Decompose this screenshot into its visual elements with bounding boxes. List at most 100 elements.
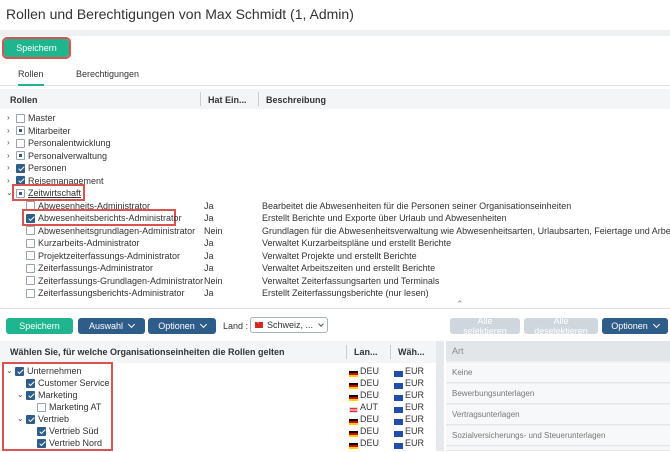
role-row[interactable]: Kurzarbeits-Administrator Ja Verwaltet K…	[0, 237, 670, 249]
org-unit-row[interactable]: ⌄ Vertrieb DEU EUR	[0, 413, 436, 425]
org-unit-row[interactable]: ⌄ Unternehmen DEU EUR	[0, 365, 436, 377]
deselect-all-button[interactable]: Alle deselektieren	[524, 316, 598, 336]
save-button-top[interactable]: Speichern	[2, 37, 71, 59]
chevron-right-icon[interactable]: ›	[7, 162, 10, 174]
checkbox[interactable]	[16, 138, 25, 148]
list-item[interactable]: Vertragsunterlagen	[446, 405, 670, 425]
panel-header[interactable]: Art	[446, 341, 670, 361]
chevron-down-icon[interactable]: ⌄	[6, 187, 13, 199]
checkbox[interactable]	[26, 414, 35, 424]
select-all-button[interactable]: Alle selektieren	[450, 316, 520, 336]
header-description[interactable]: Beschreibung	[266, 95, 326, 105]
checkbox[interactable]	[26, 251, 35, 260]
checkbox[interactable]	[16, 113, 25, 123]
role-description: Verwaltet Projekte und erstellt Berichte	[262, 250, 417, 261]
role-group-label: Master	[28, 113, 56, 123]
org-unit-row[interactable]: ⌄ Marketing DEU EUR	[0, 389, 436, 401]
org-unit-row[interactable]: Customer Service DEU EUR	[0, 377, 436, 389]
role-row[interactable]: Abwesenheitsgrundlagen-Administrator Nei…	[0, 225, 670, 237]
org-unit-row[interactable]: Vertrieb Nord DEU EUR	[0, 437, 436, 449]
column-divider[interactable]	[346, 345, 347, 359]
header-org-unit[interactable]: Wählen Sie, für welche Organisationseinh…	[10, 347, 285, 357]
role-has-value: Ja	[204, 238, 214, 248]
checkbox[interactable]	[26, 263, 35, 273]
role-description: Erstellt Berichte und Exporte über Urlau…	[262, 213, 507, 223]
checkbox[interactable]	[16, 176, 25, 185]
role-row[interactable]: Abwesenheitsberichts-Administrator Ja Er…	[0, 209, 670, 226]
role-group-row[interactable]: ⌄ Zeitwirtschaft	[0, 184, 670, 201]
role-group-row[interactable]: › Mitarbeiter	[0, 125, 670, 137]
chevron-right-icon[interactable]: ›	[7, 125, 10, 137]
chevron-right-icon[interactable]: ›	[7, 175, 10, 187]
header-currency[interactable]: Wäh...	[398, 347, 425, 357]
role-label: Zeiterfassungs-Grundlagen-Administrator	[38, 275, 204, 286]
checkbox[interactable]	[26, 238, 35, 248]
options-right-dropdown-button[interactable]: Optionen	[602, 318, 668, 334]
tab-permissions[interactable]: Berechtigungen	[76, 69, 139, 79]
selection-dropdown-button[interactable]: Auswahl	[78, 318, 145, 334]
germany-flag-icon	[349, 443, 358, 449]
pane-divider[interactable]	[0, 308, 670, 309]
role-group-label: Zeitwirtschaft	[28, 188, 82, 198]
list-item[interactable]: Aus- und Weiterbildungsunterlagen	[446, 447, 670, 451]
checkbox[interactable]	[37, 438, 46, 448]
org-unit-label: Customer Service	[38, 378, 110, 388]
role-has-value: Ja	[204, 213, 214, 223]
chevron-down-icon[interactable]: ⌄	[17, 389, 24, 401]
checkbox[interactable]	[26, 213, 35, 223]
chevron-down-icon[interactable]: ⌄	[17, 413, 24, 425]
save-button-bottom[interactable]: Speichern	[6, 318, 73, 334]
column-divider[interactable]	[390, 345, 391, 359]
column-divider[interactable]	[200, 92, 201, 106]
chevron-down-icon[interactable]: ⌄	[6, 365, 13, 377]
org-unit-label: Vertrieb Süd	[49, 426, 99, 436]
role-row[interactable]: Zeiterfassungsberichts-Administrator Ja …	[0, 287, 670, 299]
role-label: Kurzarbeits-Administrator	[38, 238, 140, 248]
list-item[interactable]: Keine	[446, 363, 670, 383]
role-group-row[interactable]: › Personen	[0, 162, 670, 174]
org-country: DEU	[360, 378, 380, 388]
role-description: Verwaltet Zeiterfassungsarten und Termin…	[262, 275, 440, 286]
checkbox[interactable]	[15, 366, 24, 376]
checkbox[interactable]	[37, 402, 46, 412]
role-row[interactable]: Abwesenheits-Administrator Ja Bearbeitet…	[0, 200, 670, 212]
role-row[interactable]: Zeiterfassungs-Grundlagen-Administrator …	[0, 275, 670, 287]
chevron-right-icon[interactable]: ›	[7, 137, 10, 149]
chevron-right-icon[interactable]: ›	[7, 112, 10, 124]
role-group-row[interactable]: › Master	[0, 112, 670, 124]
chevron-down-icon	[127, 320, 136, 329]
checkbox[interactable]	[26, 288, 35, 298]
role-row[interactable]: Zeiterfassungs-Administrator Ja Verwalte…	[0, 262, 670, 274]
role-group-row[interactable]: › Personalentwicklung	[0, 137, 670, 149]
header-roles[interactable]: Rollen	[10, 95, 38, 105]
checkbox[interactable]	[26, 378, 35, 388]
tab-roles[interactable]: Rollen	[18, 69, 44, 86]
header-has[interactable]: Hat Ein...	[208, 95, 247, 105]
checkbox[interactable]	[26, 276, 35, 285]
chevron-down-icon	[318, 321, 324, 327]
org-unit-row[interactable]: Vertrieb Süd DEU EUR	[0, 425, 436, 437]
column-divider[interactable]	[258, 92, 259, 106]
role-group-row[interactable]: › Personalverwaltung	[0, 150, 670, 162]
org-unit-row[interactable]: Marketing AT AUT EUR	[0, 401, 436, 413]
chevron-right-icon[interactable]: ›	[7, 150, 10, 162]
checkbox[interactable]	[16, 188, 25, 198]
list-item[interactable]: Bewerbungsunterlagen	[446, 384, 670, 404]
scrollbar[interactable]	[436, 341, 444, 451]
role-group-row[interactable]: › Reisemanagement	[0, 175, 670, 187]
checkbox[interactable]	[26, 226, 35, 235]
checkbox[interactable]	[16, 151, 25, 160]
roles-table-header: Rollen Hat Ein... Beschreibung	[0, 89, 670, 109]
checkbox[interactable]	[37, 426, 46, 436]
checkbox[interactable]	[16, 126, 25, 135]
checkbox[interactable]	[16, 163, 25, 173]
checkbox[interactable]	[26, 390, 35, 400]
checkbox[interactable]	[26, 201, 35, 210]
list-item[interactable]: Sozialversicherungs- und Steuerunterlage…	[446, 426, 670, 446]
header-country[interactable]: Lan...	[354, 347, 378, 357]
country-select[interactable]: Schweiz, ...	[250, 317, 328, 333]
options-dropdown-button[interactable]: Optionen	[148, 318, 216, 334]
org-currency: EUR	[405, 366, 425, 376]
country-label: Land :	[223, 321, 249, 331]
role-row[interactable]: Projektzeiterfassungs-Administrator Ja V…	[0, 250, 670, 262]
